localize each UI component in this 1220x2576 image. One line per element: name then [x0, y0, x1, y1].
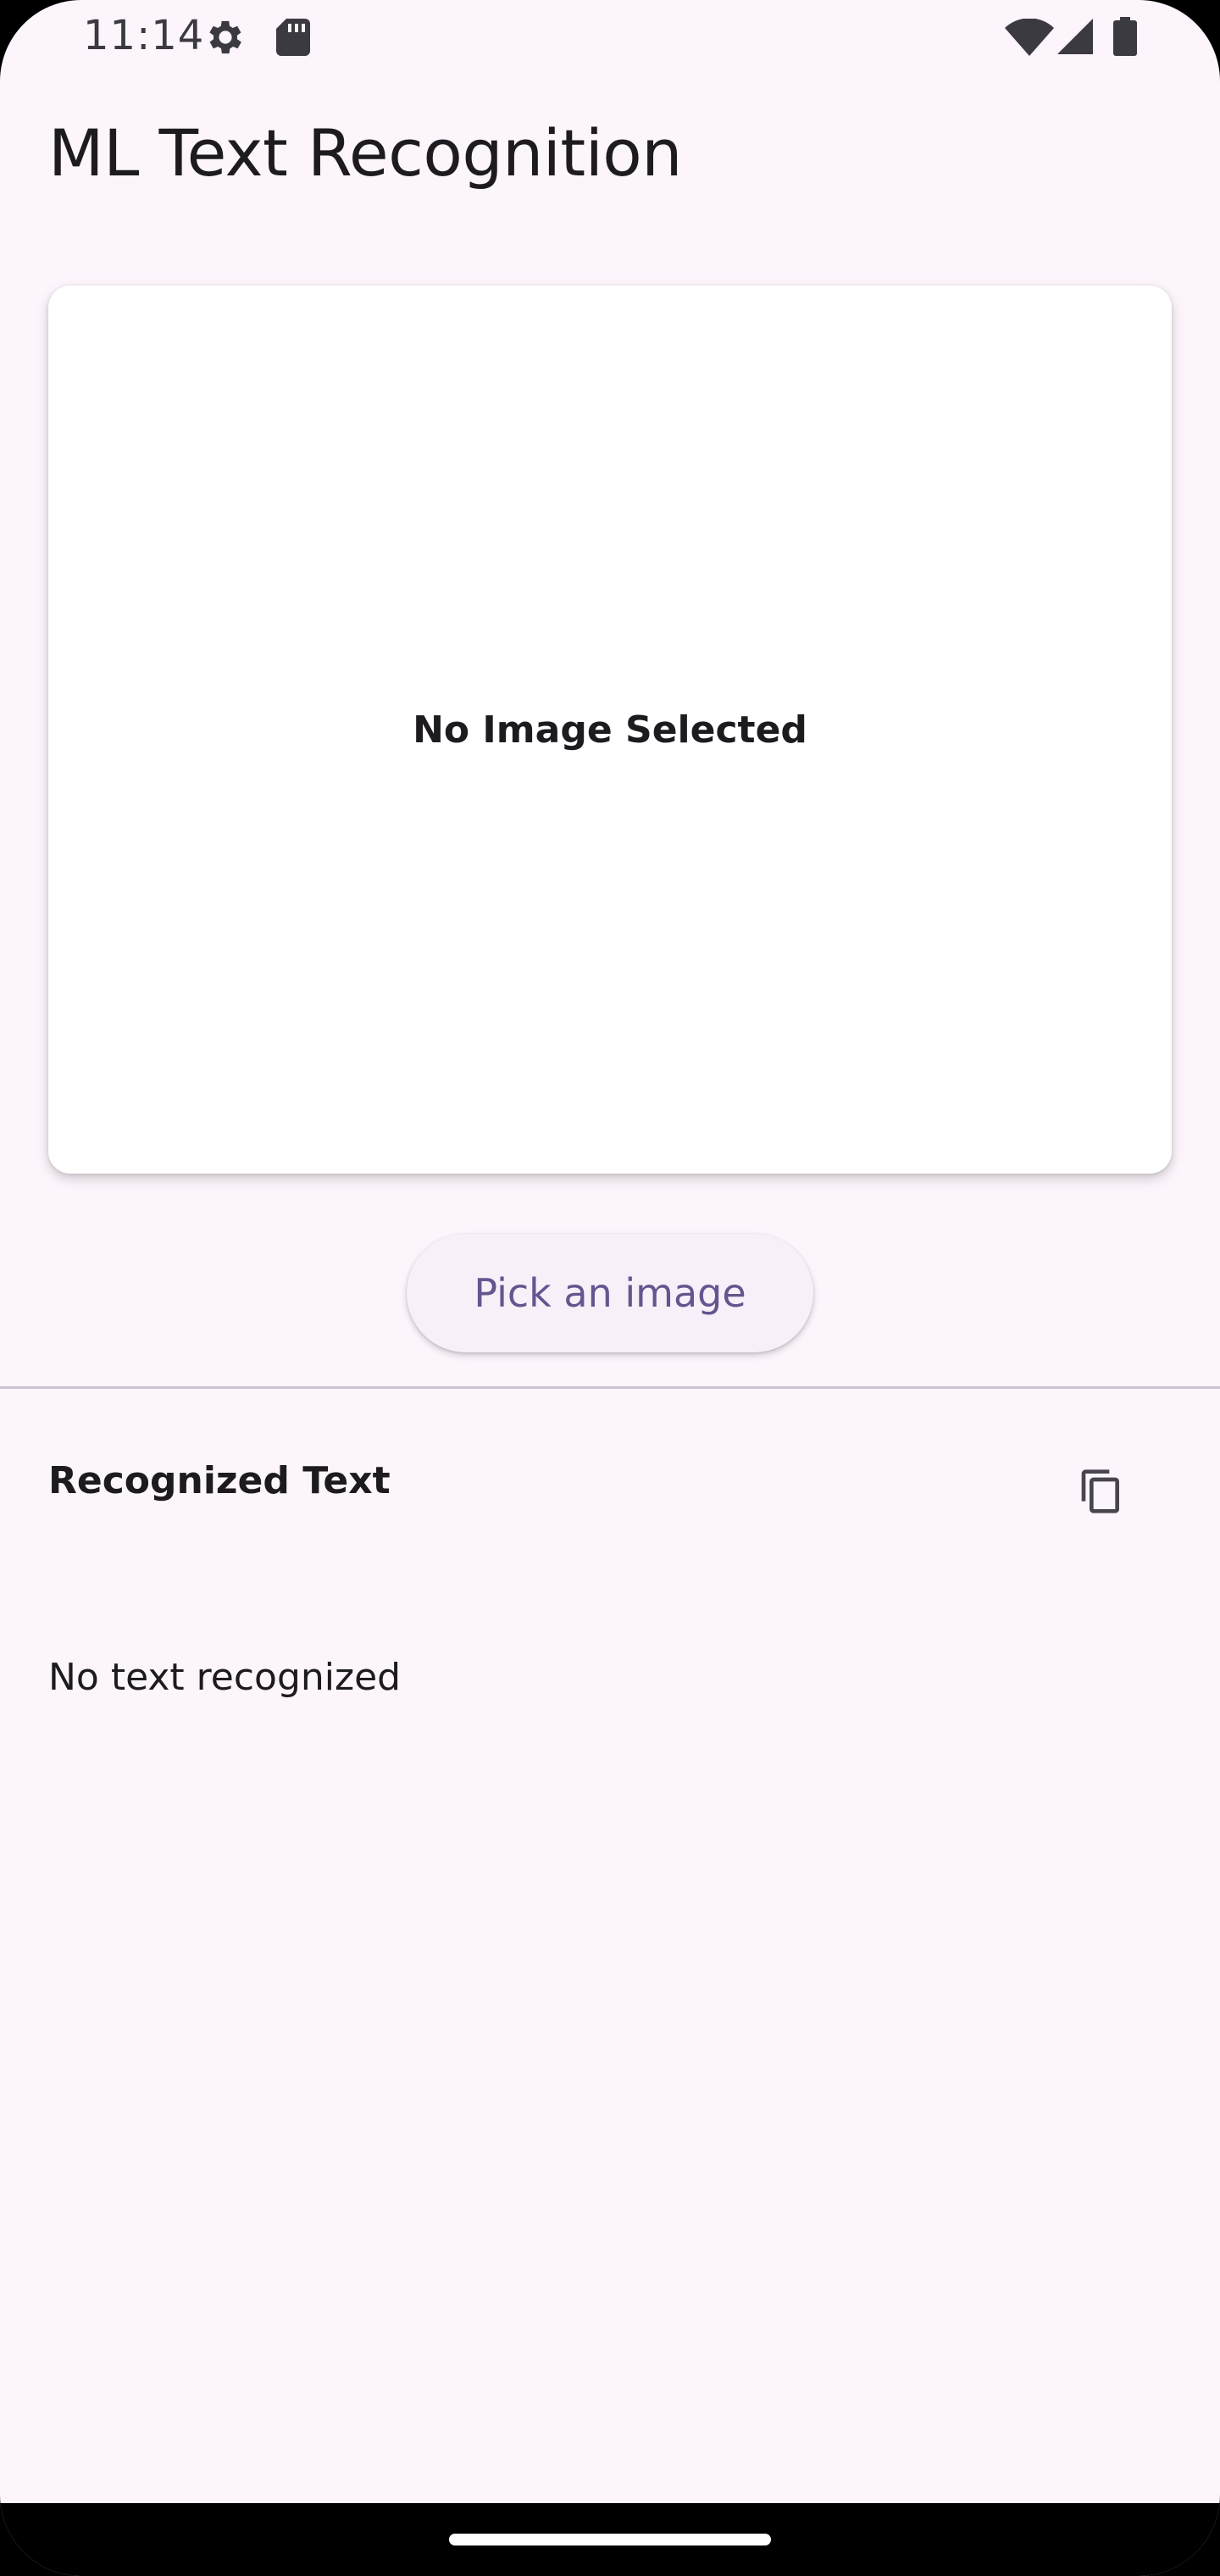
wifi-icon: [1005, 19, 1054, 56]
image-preview-card: No Image Selected: [48, 286, 1172, 1174]
home-indicator[interactable]: [449, 2534, 771, 2545]
cell-signal-icon: [1057, 19, 1093, 54]
app-title: ML Text Recognition: [48, 115, 682, 191]
app-screen: 11:14 ML Text Recognition No Image Selec…: [0, 0, 1220, 2576]
copy-icon: [1081, 1469, 1119, 1513]
battery-icon: [1113, 17, 1137, 56]
settings-gear-icon: [209, 20, 241, 54]
copy-text-button[interactable]: [1061, 1451, 1142, 1532]
pick-image-button[interactable]: Pick an image: [407, 1234, 813, 1352]
status-bar: 11:14: [0, 0, 1220, 75]
status-time: 11:14: [83, 12, 205, 59]
no-image-placeholder: No Image Selected: [413, 708, 807, 752]
recognized-text-title: Recognized Text: [48, 1459, 391, 1502]
section-divider: [0, 1386, 1220, 1389]
sd-card-icon: [276, 19, 310, 56]
recognized-text-body: No text recognized: [48, 1656, 402, 1699]
